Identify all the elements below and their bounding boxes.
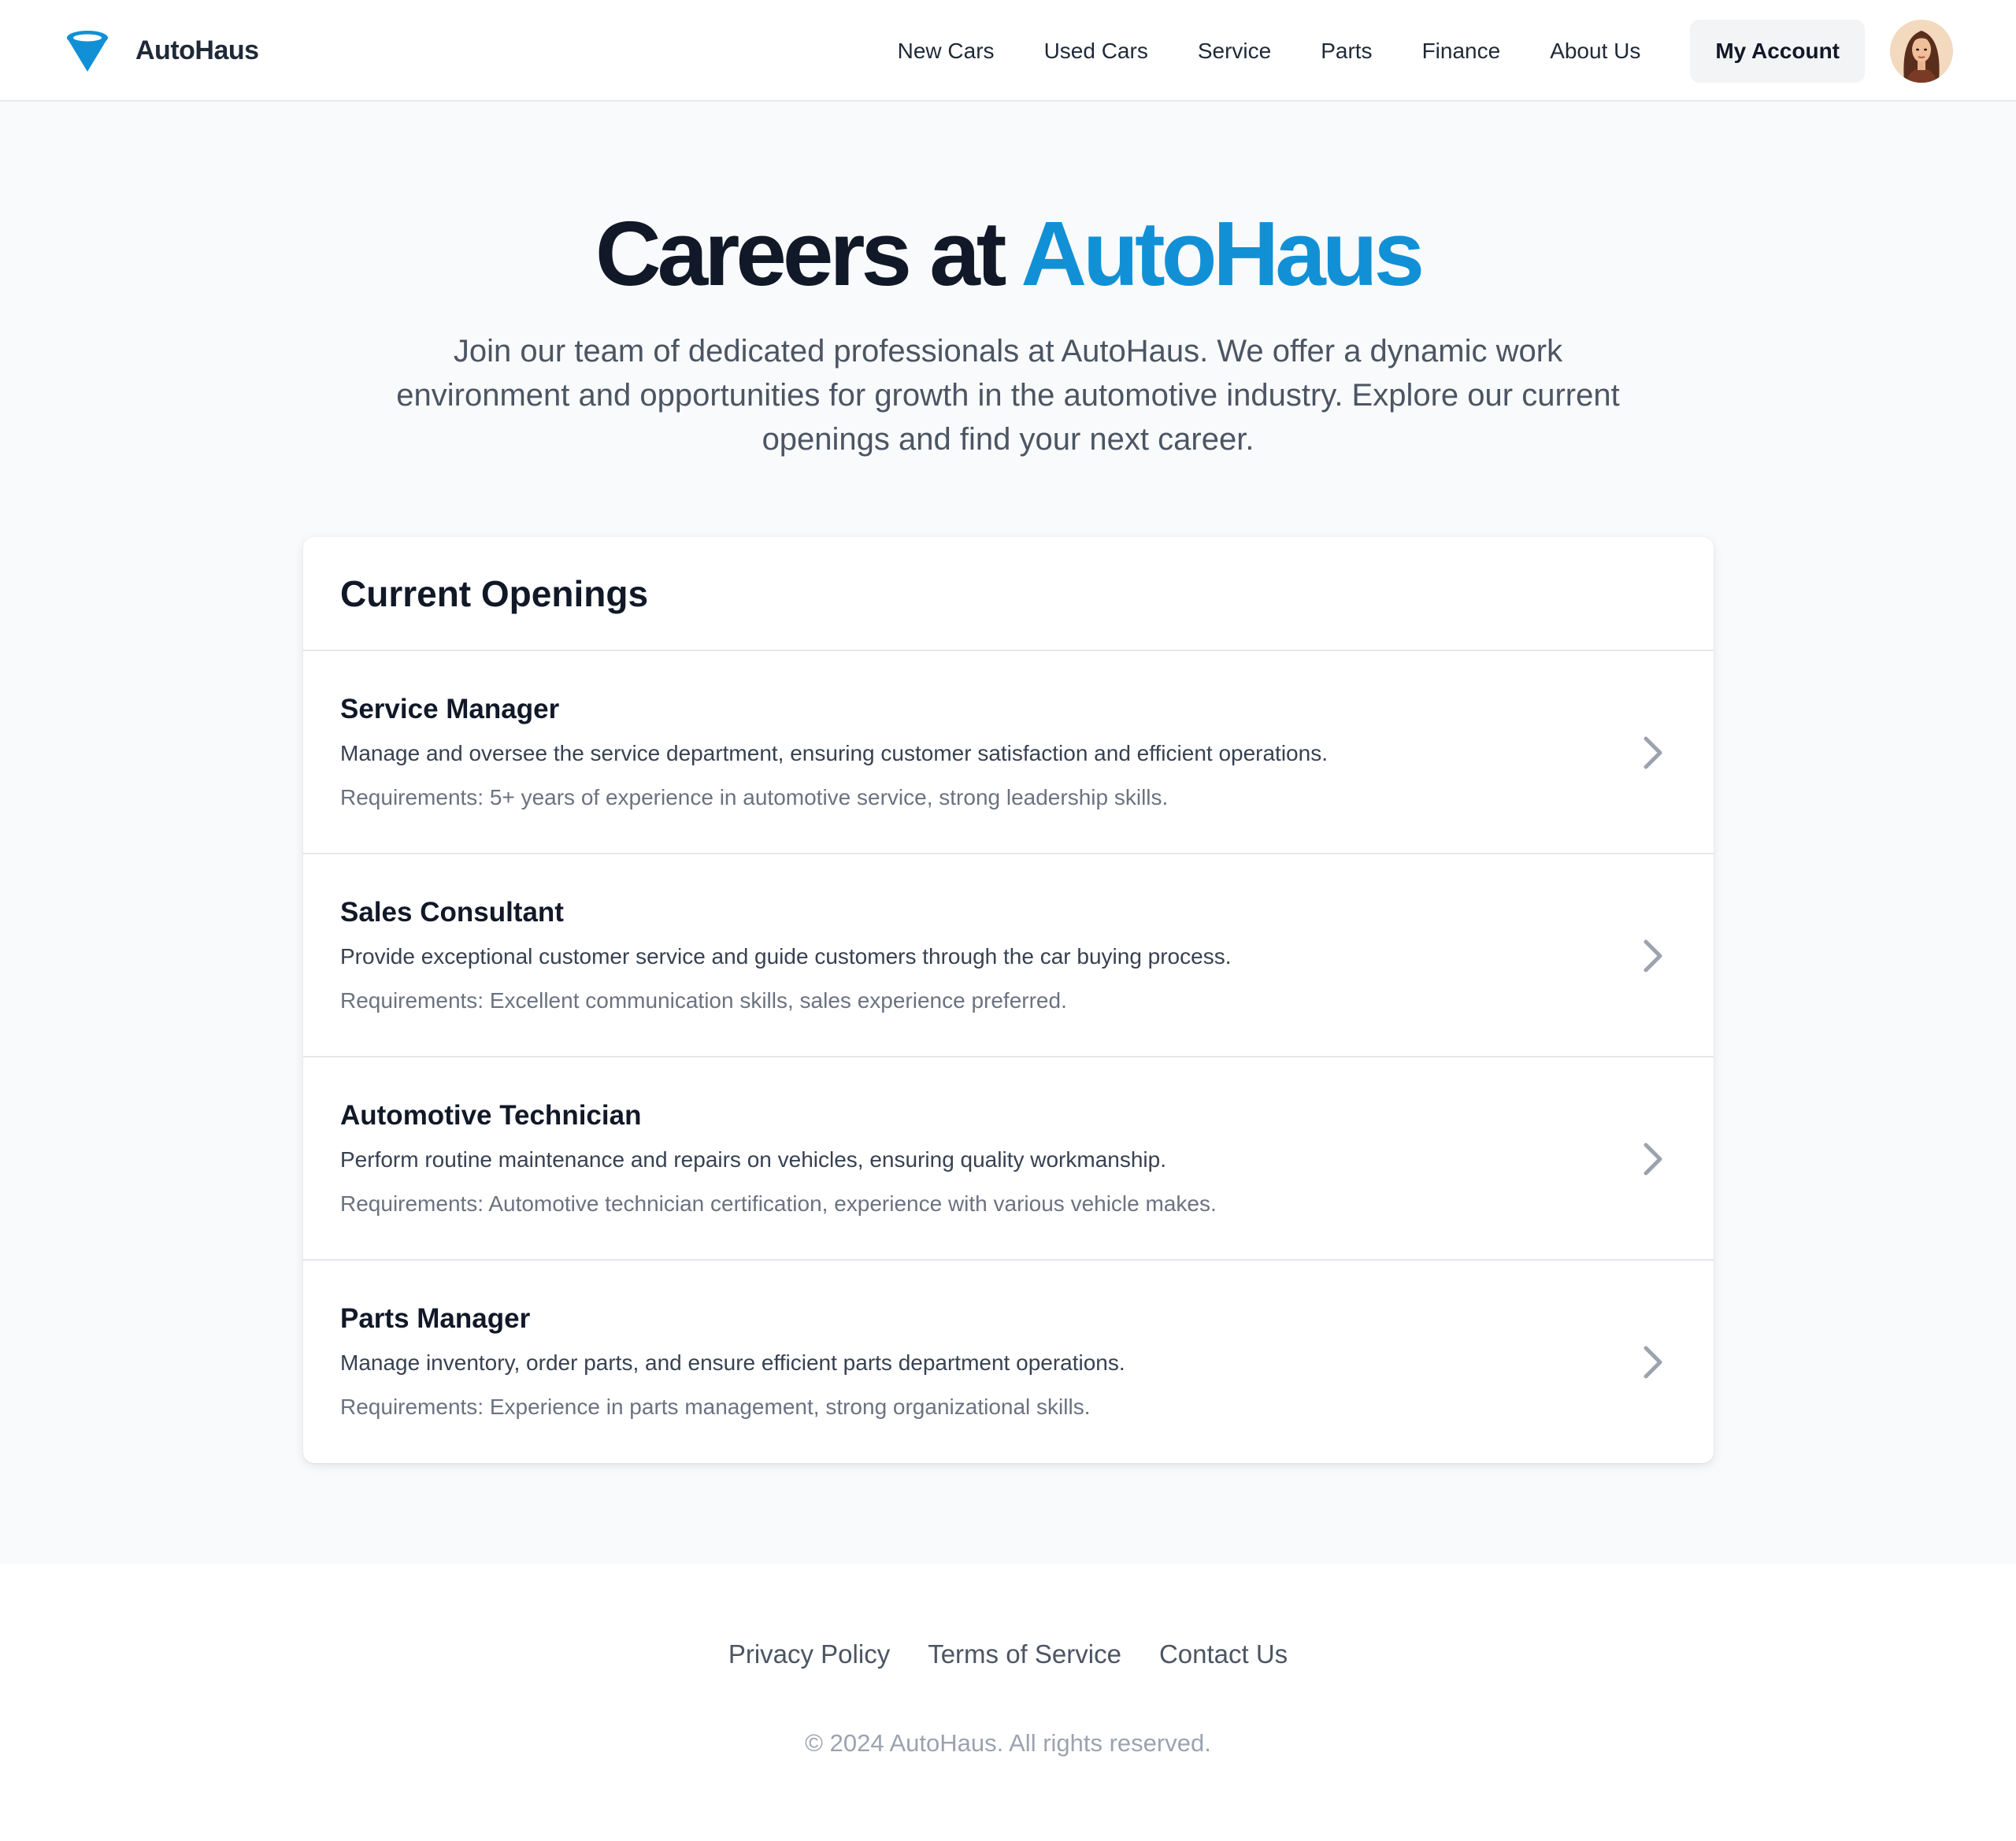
chevron-right-icon[interactable] [1636, 1345, 1668, 1380]
chevron-right-icon[interactable] [1636, 1142, 1668, 1176]
site-footer: Privacy Policy Terms of Service Contact … [0, 1564, 2016, 1841]
job-item-parts-manager[interactable]: Parts Manager Manage inventory, order pa… [303, 1261, 1714, 1463]
page-title: Careers at AutoHaus [0, 198, 2016, 309]
job-requirements: Requirements: Experience in parts manage… [340, 1395, 1091, 1419]
nav-used-cars[interactable]: Used Cars [1044, 39, 1148, 64]
job-description: Manage and oversee the service departmen… [340, 741, 1328, 765]
footer-links: Privacy Policy Terms of Service Contact … [0, 1639, 2016, 1669]
terms-of-service-link[interactable]: Terms of Service [928, 1639, 1121, 1669]
main-nav: New Cars Used Cars Service Parts Finance… [898, 0, 2016, 102]
nav-finance[interactable]: Finance [1422, 39, 1501, 64]
job-item-automotive-technician[interactable]: Automotive Technician Perform routine ma… [303, 1058, 1714, 1261]
job-title: Parts Manager [340, 1303, 531, 1334]
card-header: Current Openings [303, 537, 1714, 651]
job-requirements: Requirements: Excellent communication sk… [340, 988, 1067, 1013]
site-header: AutoHaus New Cars Used Cars Service Part… [0, 0, 2016, 102]
brand-name: AutoHaus [135, 35, 259, 65]
page-subtitle: Join our team of dedicated professionals… [396, 334, 1620, 457]
contact-us-link[interactable]: Contact Us [1159, 1639, 1288, 1669]
current-openings-card: Current Openings Service Manager Manage … [303, 537, 1714, 1463]
job-requirements: Requirements: Automotive technician cert… [340, 1191, 1217, 1216]
nav-new-cars[interactable]: New Cars [898, 39, 995, 64]
job-requirements: Requirements: 5+ years of experience in … [340, 785, 1169, 809]
job-title: Service Manager [340, 694, 560, 724]
page-title-prefix: Careers at [595, 202, 1021, 305]
current-openings-heading: Current Openings [340, 572, 649, 614]
job-title: Sales Consultant [340, 897, 564, 928]
copyright-text: © 2024 AutoHaus. All rights reserved. [805, 1729, 1211, 1757]
job-description: Perform routine maintenance and repairs … [340, 1147, 1166, 1172]
job-description: Provide exceptional customer service and… [340, 944, 1232, 969]
job-item-sales-consultant[interactable]: Sales Consultant Provide exceptional cus… [303, 854, 1714, 1058]
nav-service[interactable]: Service [1198, 39, 1271, 64]
chevron-right-icon[interactable] [1636, 735, 1668, 770]
funnel-logo-icon [65, 28, 110, 73]
job-description: Manage inventory, order parts, and ensur… [340, 1350, 1125, 1375]
nav-parts[interactable]: Parts [1321, 39, 1372, 64]
my-account-button[interactable]: My Account [1690, 19, 1865, 83]
job-item-service-manager[interactable]: Service Manager Manage and oversee the s… [303, 651, 1714, 854]
brand[interactable]: AutoHaus [65, 27, 259, 74]
page-title-accent: AutoHaus [1021, 202, 1425, 305]
job-title: Automotive Technician [340, 1100, 642, 1131]
chevron-right-icon[interactable] [1636, 939, 1668, 973]
nav-about-us[interactable]: About Us [1550, 39, 1640, 64]
user-avatar[interactable] [1890, 19, 1953, 83]
privacy-policy-link[interactable]: Privacy Policy [728, 1639, 890, 1669]
